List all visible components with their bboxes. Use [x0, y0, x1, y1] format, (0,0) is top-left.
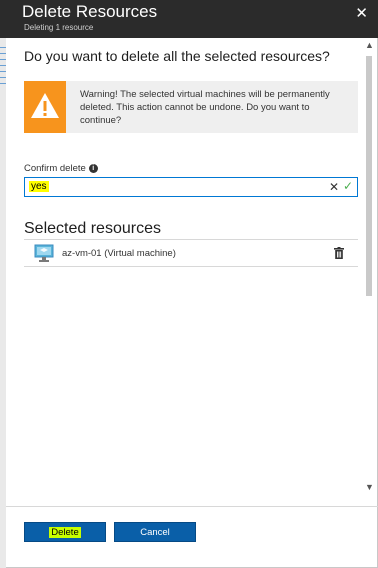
- delete-button[interactable]: Delete: [24, 522, 106, 542]
- scrollbar[interactable]: ▲ ▼: [363, 38, 375, 498]
- warning-triangle-icon: [31, 93, 59, 118]
- cancel-button[interactable]: Cancel: [114, 522, 196, 542]
- scrollbar-thumb[interactable]: [366, 56, 372, 296]
- warning-icon-box: [24, 81, 66, 133]
- warning-text: Warning! The selected virtual machines w…: [80, 89, 330, 126]
- scroll-down-icon[interactable]: ▼: [365, 482, 374, 492]
- blade-header: Delete Resources Deleting 1 resource ✕: [0, 0, 378, 38]
- confirm-delete-input[interactable]: yes ✕ ✓: [24, 177, 358, 197]
- scroll-up-icon[interactable]: ▲: [365, 40, 374, 50]
- confirm-delete-value[interactable]: yes: [29, 181, 49, 192]
- warning-box: Warning! The selected virtual machines w…: [24, 81, 358, 133]
- checkmark-icon: ✓: [342, 179, 353, 193]
- trash-icon[interactable]: [334, 246, 344, 264]
- confirm-delete-label: Confirm delete i: [24, 163, 98, 174]
- blade-subtitle: Deleting 1 resource: [24, 23, 94, 32]
- blade-title: Delete Resources: [22, 2, 158, 21]
- left-edge-links: [0, 42, 6, 142]
- confirm-delete-label-text: Confirm delete: [24, 163, 86, 174]
- selected-resources-title: Selected resources: [24, 220, 161, 237]
- delete-question: Do you want to delete all the selected r…: [24, 48, 330, 64]
- close-icon[interactable]: ✕: [355, 4, 368, 22]
- virtual-machine-icon: [34, 244, 54, 268]
- resource-row[interactable]: az-vm-01 (Virtual machine): [24, 241, 358, 267]
- delete-button-label: Delete: [49, 527, 81, 538]
- section-divider: [24, 239, 358, 240]
- clear-icon[interactable]: ✕: [329, 180, 339, 194]
- resource-name: az-vm-01 (Virtual machine): [62, 248, 176, 259]
- info-icon[interactable]: i: [88, 164, 98, 173]
- footer-divider: [6, 506, 378, 507]
